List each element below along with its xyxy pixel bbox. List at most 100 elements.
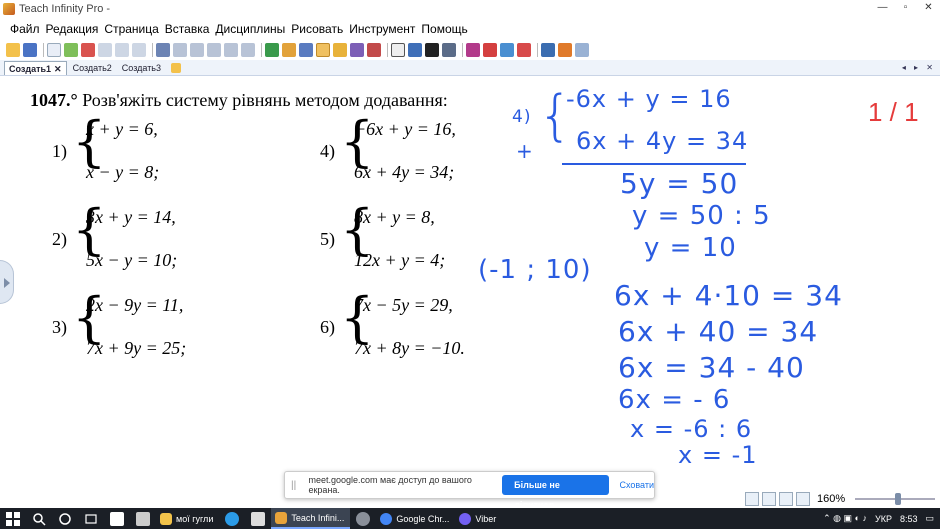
maximize-button[interactable]: ▫ — [894, 0, 917, 18]
new-page-icon[interactable] — [47, 43, 61, 57]
store-icon[interactable] — [251, 511, 266, 526]
tab-create3[interactable]: Создать3 — [118, 61, 165, 75]
hide-button[interactable]: Сховати — [619, 480, 654, 490]
text-tool-icon[interactable] — [425, 43, 439, 57]
fill-icon[interactable] — [442, 43, 456, 57]
handwritten-equation: 6x = - 6 — [618, 385, 731, 415]
menu-draw[interactable]: Рисовать — [291, 22, 343, 36]
tab-label: Создать2 — [72, 62, 112, 73]
handwritten-equation: -6x + y = 16 — [566, 85, 732, 113]
cortana-icon[interactable] — [58, 512, 72, 526]
brush-icon[interactable] — [350, 43, 364, 57]
calculator-icon[interactable] — [136, 511, 150, 526]
close-tab-icon[interactable]: ✕ — [54, 64, 62, 74]
paste-icon[interactable] — [224, 43, 238, 57]
menu-tools[interactable]: Инструмент — [349, 22, 415, 36]
menu-page[interactable]: Страница — [104, 22, 158, 36]
window-controls: — ▫ ✕ — [871, 0, 940, 18]
handwritten-equation: 6x + 40 = 34 — [618, 315, 819, 348]
clear-icon[interactable] — [241, 43, 255, 57]
tab-label: Создать1 — [9, 63, 52, 74]
eraser-icon[interactable] — [367, 43, 381, 57]
search-icon[interactable] — [32, 512, 46, 526]
new-tab-icon[interactable] — [171, 62, 182, 73]
status-bar: 160% — [745, 490, 940, 508]
equation: 5x − y = 10; — [86, 250, 178, 270]
menu-insert[interactable]: Вставка — [165, 22, 210, 36]
edge-icon[interactable] — [225, 511, 240, 526]
taskbar-app-label: Teach Infini... — [291, 512, 345, 523]
menu-disciplines[interactable]: Дисциплины — [215, 22, 285, 36]
shape-icon[interactable] — [391, 43, 405, 57]
taskbar-app-viber[interactable]: Viber — [455, 508, 502, 529]
fit-icon[interactable] — [779, 492, 793, 506]
handwritten-plus: + — [516, 139, 534, 163]
menu-help[interactable]: Помощь — [421, 22, 467, 36]
line-icon[interactable] — [408, 43, 422, 57]
settings-app-icon[interactable] — [356, 511, 371, 526]
copy-icon[interactable] — [207, 43, 221, 57]
play-icon[interactable] — [762, 492, 776, 506]
stop-sharing-button[interactable]: Більше не ділитися — [502, 475, 610, 510]
magic-pen-icon[interactable] — [282, 43, 296, 57]
folder-icon — [160, 512, 172, 525]
formula-icon[interactable] — [466, 43, 480, 57]
open-icon[interactable] — [6, 43, 20, 57]
pen-icon[interactable] — [299, 43, 313, 57]
add-page-icon[interactable] — [64, 43, 78, 57]
problem-heading: 1047.° Розв'яжіть систему рівнянь методо… — [30, 90, 448, 111]
undo-icon[interactable] — [156, 43, 170, 57]
tab-create1[interactable]: Создать1 ✕ — [4, 60, 67, 75]
redo-icon[interactable] — [173, 43, 187, 57]
share-message: meet.google.com має доступ до вашого екр… — [308, 475, 472, 495]
marker-icon[interactable] — [316, 43, 330, 57]
taskbar-app-folder[interactable]: мої гугли — [156, 508, 219, 529]
system-tray: ⌃ ◍ ▣ ◐ ♪ УКР 8:53 ▭ — [815, 508, 934, 529]
paste-page-icon[interactable] — [132, 43, 146, 57]
select-arrow-icon[interactable] — [265, 43, 279, 57]
page-view-icon[interactable] — [745, 492, 759, 506]
menu-file[interactable]: Файл — [10, 22, 40, 36]
screen-capture-icon[interactable] — [541, 43, 555, 57]
language-indicator[interactable]: УКР — [875, 514, 892, 524]
delete-page-icon[interactable] — [81, 43, 95, 57]
system-number: 1) — [52, 141, 67, 161]
spellcheck-icon[interactable] — [483, 43, 497, 57]
tray-icons[interactable]: ⌃ ◍ ▣ ◐ ♪ — [823, 513, 867, 524]
app-icon — [3, 3, 15, 15]
mail-icon[interactable] — [110, 511, 124, 526]
task-view-icon[interactable] — [84, 512, 98, 526]
menu-edit[interactable]: Редакция — [46, 22, 99, 36]
copy-page-icon[interactable] — [115, 43, 129, 57]
minimize-button[interactable]: — — [871, 0, 894, 18]
clock[interactable]: 8:53 — [900, 514, 918, 524]
equation: 3x + y = 14, — [86, 207, 176, 227]
highlighter-icon[interactable] — [333, 43, 347, 57]
tab-label: Создать3 — [121, 62, 162, 73]
cut-icon[interactable] — [190, 43, 204, 57]
notification-icon[interactable]: ▭ — [925, 513, 934, 524]
taskbar-app-chrome[interactable]: Google Chr... — [376, 508, 455, 529]
equation: 6x + 4y = 34; — [354, 162, 455, 182]
tab-create2[interactable]: Создать2 — [69, 61, 116, 75]
flask-icon[interactable] — [517, 43, 531, 57]
equation: 7x − 5y = 29, — [354, 295, 453, 315]
close-button[interactable]: ✕ — [917, 0, 940, 18]
whiteboard-canvas[interactable]: 1047.° Розв'яжіть систему рівнянь методо… — [0, 77, 940, 489]
gear-icon[interactable] — [796, 492, 810, 506]
record-icon[interactable] — [558, 43, 572, 57]
handwritten-equation: 6x + 4·10 = 34 — [614, 279, 843, 312]
zoom-slider-thumb[interactable] — [895, 493, 901, 505]
drag-handle-icon[interactable]: || — [291, 480, 300, 491]
viber-icon — [459, 512, 472, 525]
side-panel-handle[interactable] — [0, 260, 14, 304]
taskbar-app-teach-infinity[interactable]: Teach Infini... — [271, 508, 351, 529]
save-icon[interactable] — [23, 43, 37, 57]
screen-share-banner: || meet.google.com має доступ до вашого … — [284, 471, 655, 510]
settings-icon[interactable] — [575, 43, 589, 57]
print-icon[interactable] — [98, 43, 112, 57]
tab-navigation[interactable]: ◂ ▸ ✕ — [902, 60, 936, 76]
windows-start-icon[interactable] — [6, 511, 20, 526]
media-icon[interactable] — [500, 43, 514, 57]
system-number: 2) — [52, 229, 67, 249]
